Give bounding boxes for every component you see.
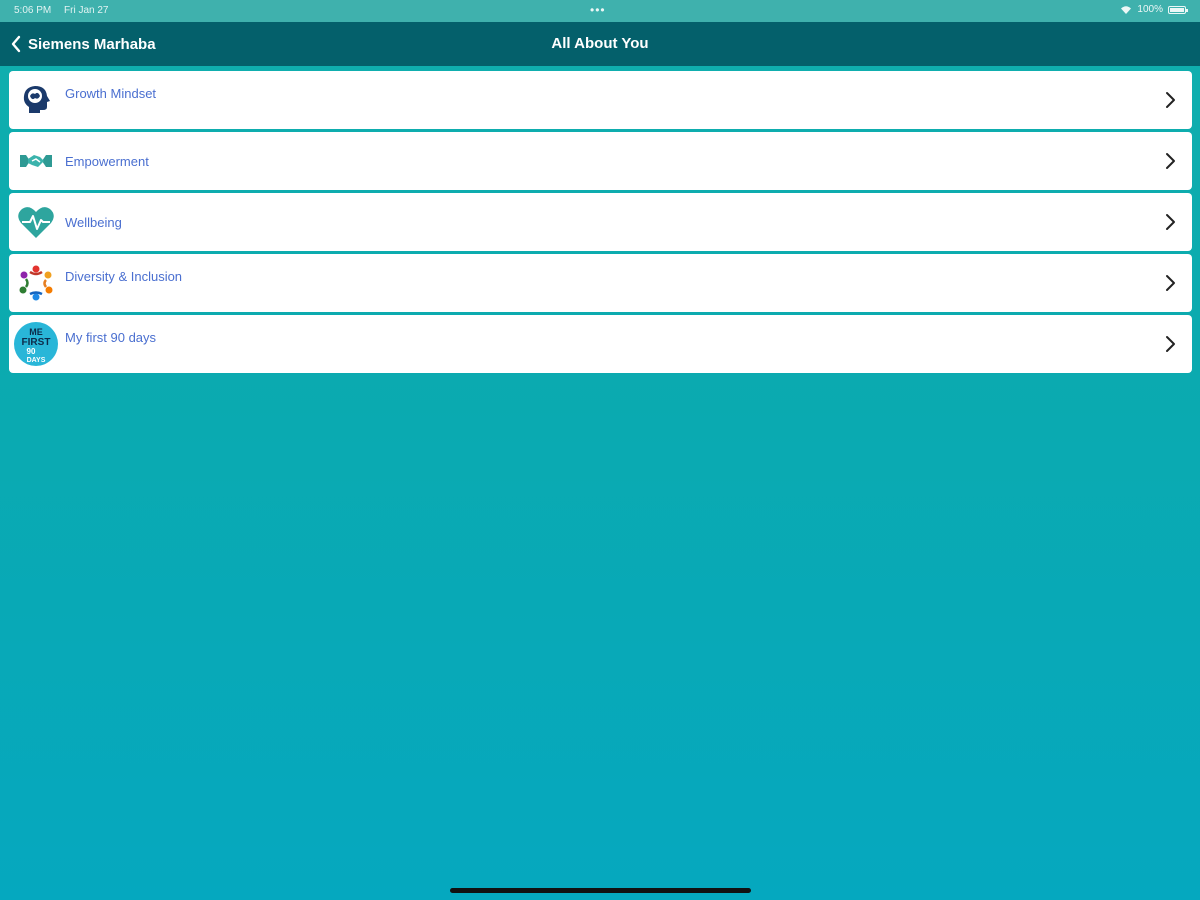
chevron-right-icon xyxy=(1166,336,1175,352)
item-label: My first 90 days xyxy=(65,330,157,345)
chevron-right-icon xyxy=(1166,275,1175,291)
status-time-date: 5:06 PM Fri Jan 27 xyxy=(14,5,119,16)
diversity-circle-icon xyxy=(15,262,57,304)
chevron-right-icon xyxy=(1166,92,1175,108)
status-indicators: 100% xyxy=(1120,4,1188,15)
brain-head-icon xyxy=(15,79,57,121)
battery-icon xyxy=(1168,5,1188,14)
status-bar: 5:06 PM Fri Jan 27 ••• 100% xyxy=(0,0,1200,22)
item-label: Growth Mindset xyxy=(65,86,157,101)
home-indicator[interactable] xyxy=(450,888,751,893)
chevron-right-icon xyxy=(1166,214,1175,230)
item-label: Empowerment xyxy=(65,154,149,169)
me-first-badge-icon: ME FIRST 90 DAYS xyxy=(13,321,59,367)
list-item-growth-mindset[interactable]: Growth Mindset xyxy=(9,71,1192,129)
badge-text-days: DAYS xyxy=(27,357,46,364)
list-item-empowerment[interactable]: Empowerment xyxy=(9,132,1192,190)
list-item-my-first-90-days[interactable]: ME FIRST 90 DAYS My first 90 days xyxy=(9,315,1192,373)
multitasking-dots[interactable]: ••• xyxy=(590,3,606,17)
list-item-wellbeing[interactable]: Wellbeing xyxy=(9,193,1192,251)
item-label: Wellbeing xyxy=(65,215,122,230)
chevron-right-icon xyxy=(1166,153,1175,169)
status-date: Fri Jan 27 xyxy=(64,5,109,16)
navigation-bar: Siemens Marhaba All About You xyxy=(0,22,1200,66)
badge-text-me: ME xyxy=(29,327,43,337)
page-title: All About You xyxy=(551,35,649,52)
handshake-icon xyxy=(15,140,57,182)
status-time: 5:06 PM xyxy=(14,5,52,16)
item-label: Diversity & Inclusion xyxy=(65,269,183,284)
badge-text-90: 90 xyxy=(27,347,36,356)
topic-list: Growth Mindset Empowerment Wellbeing Div… xyxy=(9,71,1192,376)
list-item-diversity-inclusion[interactable]: Diversity & Inclusion xyxy=(9,254,1192,312)
battery-percent: 100% xyxy=(1137,4,1163,15)
wifi-icon xyxy=(1121,5,1132,14)
heart-pulse-icon xyxy=(15,201,57,243)
